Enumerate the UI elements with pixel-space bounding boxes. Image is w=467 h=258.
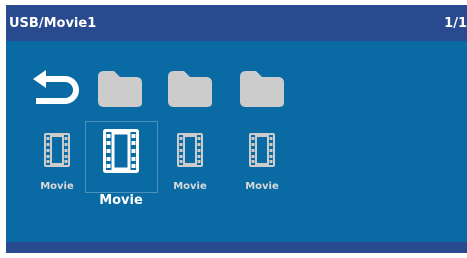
movie-label: Movie [99,193,143,208]
folder-path-title: USB/Movie1 [9,16,97,31]
movie-label: Movie [245,181,279,192]
film-icon [44,133,70,167]
title-bar: USB/Movie1 1/1 [6,5,467,41]
folder-item[interactable] [96,69,144,109]
folder-icon [240,71,284,107]
film-icon [249,133,275,167]
back-button[interactable] [32,69,84,109]
movie-item-selected[interactable]: Movie [97,129,145,208]
movie-item[interactable]: Movie [166,133,214,205]
folder-icon [168,71,212,107]
return-arrow-icon [33,70,79,104]
folder-item[interactable] [166,69,214,109]
movie-item[interactable]: Movie [238,133,286,205]
folder-icon [98,71,142,107]
film-icon [103,129,139,173]
bottom-bar [6,242,467,253]
page-indicator: 1/1 [444,16,467,31]
film-icon [177,133,203,167]
media-browser-screen: USB/Movie1 1/1 Movie Movie Movie Movie [6,5,467,253]
movie-label: Movie [40,181,74,192]
folder-item[interactable] [238,69,286,109]
movie-label: Movie [173,181,207,192]
movie-item[interactable]: Movie [33,133,81,205]
